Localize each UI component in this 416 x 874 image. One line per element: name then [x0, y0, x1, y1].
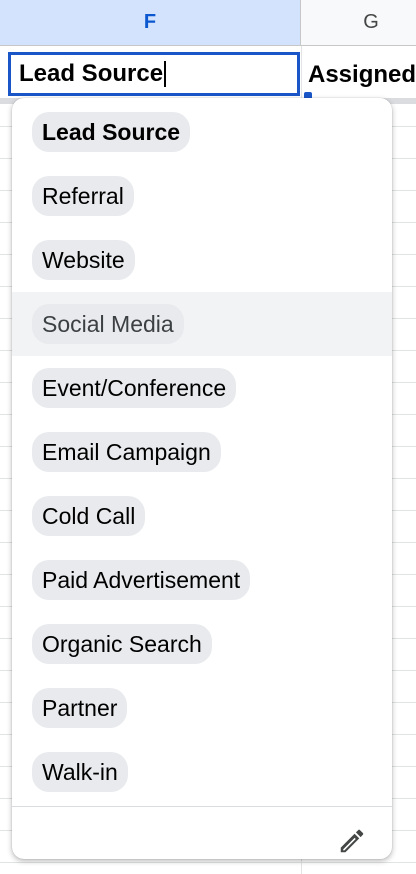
column-header-g[interactable]: G — [301, 0, 416, 46]
cell-g1[interactable]: Assigned — [308, 52, 416, 98]
active-cell-f1[interactable]: Lead Source — [8, 52, 300, 96]
option-chip: Organic Search — [32, 624, 212, 664]
dropdown-option-referral[interactable]: Referral — [12, 164, 392, 228]
edit-dropdown-button[interactable] — [332, 821, 372, 859]
option-chip: Cold Call — [32, 496, 146, 536]
data-validation-dropdown: Lead Source Referral Website Social Medi… — [12, 98, 392, 859]
dropdown-option-lead-source[interactable]: Lead Source — [12, 100, 392, 164]
dropdown-footer-divider — [12, 806, 392, 807]
option-chip: Email Campaign — [32, 432, 221, 472]
dropdown-option-cold-call[interactable]: Cold Call — [12, 484, 392, 548]
cell-text-lead-source: Lead Source — [19, 60, 164, 87]
pencil-icon — [340, 829, 364, 853]
option-chip: Event/Conference — [32, 368, 237, 408]
option-chip: Website — [32, 240, 135, 280]
column-header-f[interactable]: F — [0, 0, 301, 46]
dropdown-option-event-conference[interactable]: Event/Conference — [12, 356, 392, 420]
dropdown-option-partner[interactable]: Partner — [12, 676, 392, 740]
dropdown-option-social-media[interactable]: Social Media — [12, 292, 392, 356]
dropdown-option-walk-in[interactable]: Walk-in — [12, 740, 392, 804]
cell-text-assigned: Assigned — [308, 61, 416, 88]
dropdown-option-organic-search[interactable]: Organic Search — [12, 612, 392, 676]
option-chip: Paid Advertisement — [32, 560, 251, 600]
option-chip: Lead Source — [32, 112, 191, 152]
option-chip: Partner — [32, 688, 128, 728]
dropdown-option-paid-advertisement[interactable]: Paid Advertisement — [12, 548, 392, 612]
option-chip: Referral — [32, 176, 134, 216]
row-divider — [0, 862, 416, 863]
spreadsheet: F G Lead Source Assigned Lead Source Ref… — [0, 0, 416, 874]
dropdown-option-website[interactable]: Website — [12, 228, 392, 292]
option-chip: Walk-in — [32, 752, 128, 792]
text-caret — [164, 61, 167, 87]
option-chip: Social Media — [32, 304, 184, 344]
dropdown-option-email-campaign[interactable]: Email Campaign — [12, 420, 392, 484]
